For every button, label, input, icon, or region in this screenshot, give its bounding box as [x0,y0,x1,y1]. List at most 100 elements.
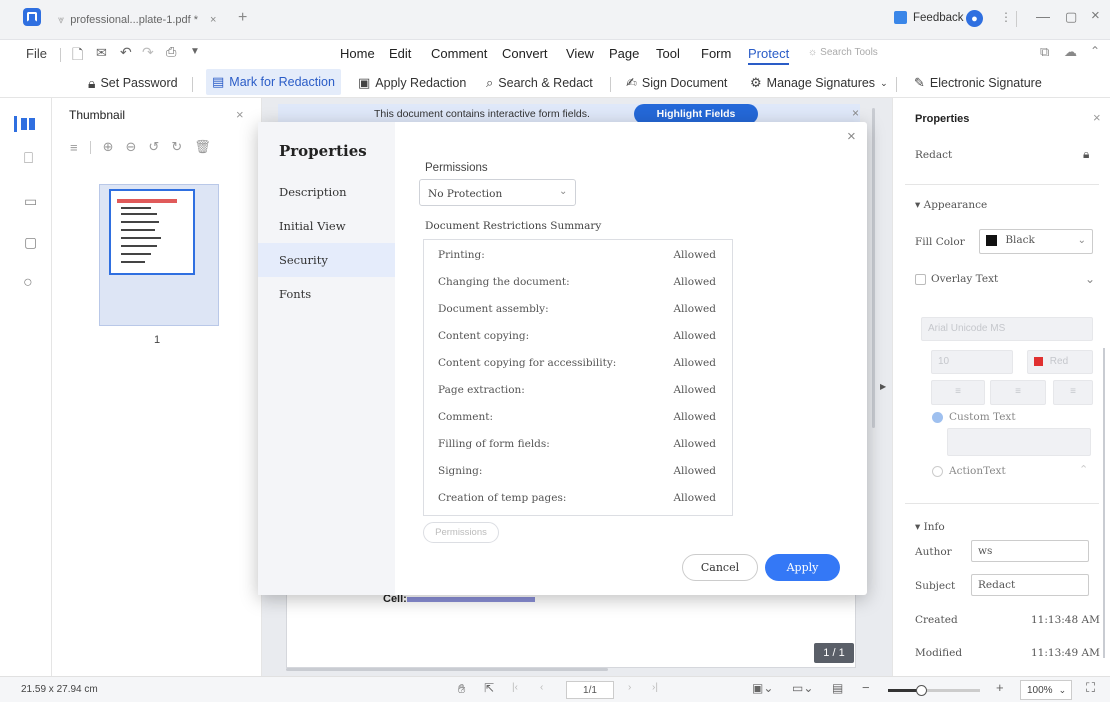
rotate-right-icon[interactable]: ↻ [171,139,182,155]
info-section[interactable]: ▾ Info [915,521,945,533]
redo-icon[interactable]: ↷ [142,44,154,61]
collapse-ribbon-icon[interactable]: ⌃ [1090,44,1100,58]
font-size-select[interactable]: 10 [931,350,1013,374]
custom-text-radio[interactable] [932,412,943,423]
author-field[interactable]: ws [971,540,1089,562]
external-link-icon[interactable]: ⧉ [1040,44,1049,60]
fill-color-select[interactable]: Black ⌄ [979,229,1093,254]
panel-scrollbar[interactable] [1103,348,1105,658]
cancel-button[interactable]: Cancel [682,554,758,581]
first-page-icon[interactable]: |‹ [512,682,518,693]
minimize-icon[interactable]: — [1036,8,1050,24]
fullscreen-icon[interactable]: ⛶ [1086,680,1095,696]
more-options-icon[interactable]: ⋮ [1000,10,1012,24]
comment-icon[interactable]: ▭ [24,193,37,210]
cell-form-field[interactable] [407,597,535,602]
save-icon[interactable]: 🗋 [72,44,83,68]
menu-edit[interactable]: Edit [389,46,411,61]
maximize-icon[interactable]: ▢ [1065,9,1077,25]
feedback-button[interactable]: Feedback [894,11,964,24]
menu-convert[interactable]: Convert [502,46,548,61]
horizontal-scrollbar[interactable] [286,668,608,671]
thumbnail-view-icon[interactable] [14,116,36,132]
expand-panel-arrow-icon[interactable]: ▶ [880,382,886,391]
dialog-close-icon[interactable]: × [847,128,856,145]
zoom-in-button[interactable]: + [996,680,1004,695]
select-tool-icon[interactable]: ⇱ [484,681,494,695]
chevron-down-icon[interactable]: ⌄ [1085,272,1095,286]
cloud-icon[interactable]: ☁ [1064,44,1077,60]
electronic-signature-button[interactable]: ✎ Electronic Signature [914,72,1042,94]
overlay-text-checkbox[interactable] [915,274,926,285]
lock-icon[interactable]: 🔒︎ [1083,147,1089,162]
align-left-button[interactable]: ≡ [931,380,985,405]
tab-initial-view[interactable]: Initial View [258,209,395,243]
permissions-select[interactable]: No Protection ⌄ [419,179,576,206]
attachment-icon[interactable]: ▢ [24,234,37,251]
menu-home[interactable]: Home [340,46,375,61]
tab-security[interactable]: Security [258,243,395,277]
custom-text-input[interactable] [947,428,1091,456]
page-layout-icon[interactable]: ▣⌄ [752,681,773,695]
quick-access-dropdown-icon[interactable]: ▼ [190,46,200,57]
zoom-select[interactable]: 100% ⌄ [1020,680,1072,700]
new-tab-button[interactable]: + [238,9,247,27]
apply-redaction-button[interactable]: ▣ Apply Redaction [358,72,466,94]
tab-fonts[interactable]: Fonts [258,277,395,311]
permissions-button[interactable]: Permissions [423,522,499,543]
align-right-button[interactable]: ≡ [1053,380,1093,405]
highlight-fields-button[interactable]: Highlight Fields [634,104,758,124]
menu-page[interactable]: Page [609,46,639,61]
apply-button[interactable]: Apply [765,554,840,581]
menu-protect[interactable]: Protect [748,46,790,65]
search-redact-button[interactable]: ⌕ Search & Redact [486,72,593,94]
next-page-icon[interactable]: › [628,682,631,693]
close-notice-icon[interactable]: × [852,106,859,120]
menu-tool[interactable]: Tool [656,46,680,61]
search-icon[interactable]: ○ [23,274,33,292]
mark-for-redaction-button[interactable]: ▤ Mark for Redaction [206,69,341,95]
zoom-out-button[interactable]: − [862,680,870,695]
close-window-icon[interactable]: × [1091,7,1100,24]
menu-icon[interactable]: ≡ [70,140,78,155]
sign-document-button[interactable]: ✍ Sign Document [626,72,727,94]
fit-page-icon[interactable]: ▤ [832,681,843,695]
view-mode-icon[interactable]: ▭⌄ [792,681,813,695]
tab-close-icon[interactable]: × [210,14,216,26]
email-icon[interactable]: ✉ [96,45,107,61]
document-tab[interactable]: ⩔ professional...plate-1.pdf * × [58,11,216,29]
thumbnail-page-frame[interactable] [99,184,219,326]
tab-description[interactable]: Description [258,175,395,209]
menu-form[interactable]: Form [701,46,731,61]
chevron-up-icon[interactable]: ⌃ [1079,463,1088,476]
zoom-slider-handle[interactable] [916,685,927,696]
font-name-select[interactable]: Arial Unicode MS [921,317,1093,341]
last-page-icon[interactable]: ›| [652,682,658,693]
rotate-left-icon[interactable]: ↺ [148,139,159,155]
close-panel-icon[interactable]: × [236,107,244,122]
user-avatar[interactable]: ● [966,10,983,27]
action-text-radio[interactable] [932,466,943,477]
vertical-scrollbar[interactable] [872,108,875,428]
set-password-button[interactable]: 🔒︎ Set Password [88,72,178,94]
search-tools[interactable]: ☼ Search Tools [808,47,878,58]
manage-signatures-button[interactable]: ⚙ Manage Signatures ⌄ [750,72,888,94]
print-icon[interactable]: ⎙ [166,44,176,60]
page-number-input[interactable]: 1/1 [566,681,614,699]
zoom-in-icon[interactable]: ⊕ [103,139,114,155]
zoom-slider[interactable] [888,685,980,696]
font-color-select[interactable]: Red [1027,350,1093,374]
align-center-button[interactable]: ≡ [990,380,1046,405]
menu-comment[interactable]: Comment [431,46,487,61]
menu-file[interactable]: File [26,46,47,61]
undo-icon[interactable]: ↶ [120,44,132,61]
subject-field[interactable]: Redact [971,574,1089,596]
menu-view[interactable]: View [566,46,594,61]
hand-tool-icon[interactable]: ✋︎ [458,681,465,697]
delete-icon[interactable]: 🗑︎ [194,139,211,155]
zoom-out-icon[interactable]: ⊖ [126,139,137,155]
previous-page-icon[interactable]: ‹ [540,682,543,693]
close-properties-icon[interactable]: × [1093,110,1101,125]
bookmark-icon[interactable]: ⎕ [24,150,33,167]
appearance-section[interactable]: ▾ Appearance [915,199,987,211]
